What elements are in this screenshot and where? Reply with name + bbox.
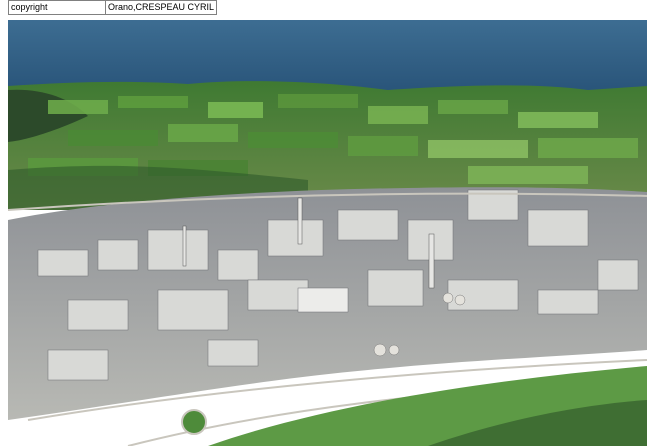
metadata-table: copyright Orano,CRESPEAU CYRIL (8, 0, 218, 15)
aerial-photo-illustration (8, 20, 647, 446)
roundabout (181, 409, 207, 435)
metadata-value: Orano,CRESPEAU CYRIL (104, 0, 218, 15)
aerial-photo (8, 20, 647, 446)
metadata-row: copyright Orano,CRESPEAU CYRIL (8, 0, 218, 15)
metadata-key: copyright (8, 0, 106, 15)
